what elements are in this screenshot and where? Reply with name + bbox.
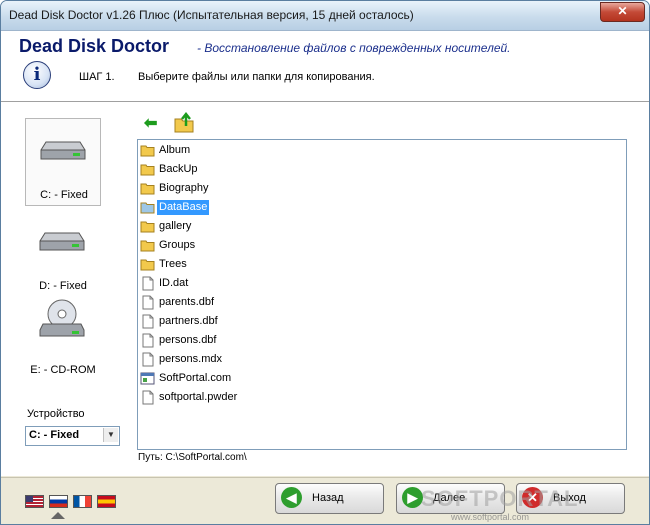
file-name: gallery (159, 220, 192, 232)
file-name: partners.dbf (159, 315, 218, 327)
folder-icon (140, 259, 155, 271)
es-flag-icon[interactable] (97, 495, 116, 508)
back-button[interactable]: ◀ Назад (275, 483, 384, 514)
file-name: BackUp (159, 163, 198, 175)
wizard-header: Dead Disk Doctor - Восстановление файлов… (1, 31, 649, 102)
wizard-content: C: - Fixed D: - Fixed E: - CD-ROM Устрой… (1, 102, 649, 476)
folder-icon (140, 202, 155, 214)
folder-icon (140, 183, 155, 195)
file-name: Album (159, 144, 191, 156)
folder-icon (140, 221, 155, 233)
language-selected-caret-icon (51, 512, 65, 519)
hard-drive-icon (40, 141, 86, 160)
info-icon: i (23, 61, 51, 89)
path-label: Путь: C:\SoftPortal.com\ (138, 452, 247, 463)
back-arrow-icon: ◀ (281, 487, 302, 508)
drive-e-item[interactable]: E: - CD-ROM (25, 294, 101, 380)
app-subtitle: - Восстановление файлов с поврежденных н… (197, 41, 511, 55)
file-name: persons.dbf (159, 334, 217, 346)
drive-label: C: - Fixed (40, 189, 88, 201)
file-name: DataBase (157, 200, 210, 215)
step-label: ШАГ 1. (79, 71, 115, 83)
file-icon (142, 276, 154, 291)
device-label: Устройство (27, 408, 85, 420)
device-select[interactable]: C: - Fixed ▼ (25, 426, 120, 446)
wizard-footer: ◀ Назад ▶ Далее ✕ Выход SOFTPORTAL www.s… (1, 477, 649, 524)
hard-drive-icon (39, 232, 85, 251)
web-shortcut-icon (140, 372, 155, 385)
file-name: Groups (159, 239, 196, 251)
back-button-label: Назад (312, 492, 344, 504)
watermark-url: www.softportal.com (451, 512, 530, 522)
drive-label: E: - CD-ROM (30, 364, 96, 376)
cdrom-drive-icon (39, 299, 85, 337)
file-icon (142, 314, 154, 329)
drive-label: D: - Fixed (39, 280, 87, 292)
file-list[interactable]: Album BackUp Biography DataBase gallery Group… (137, 139, 627, 450)
step-instruction: Выберите файлы или папки для копирования… (138, 71, 375, 83)
watermark-logo: SOFTPORTAL (421, 486, 579, 511)
us-flag-icon[interactable] (25, 495, 44, 508)
file-icon (142, 295, 154, 310)
folder-icon (140, 240, 155, 252)
window-close-button[interactable]: ✕ (600, 2, 645, 22)
chevron-down-icon[interactable]: ▼ (103, 428, 118, 442)
file-name: Biography (159, 182, 209, 194)
green-back-arrow-icon[interactable]: ⬅ (144, 115, 162, 133)
file-name: Trees (159, 258, 187, 270)
file-name: parents.dbf (159, 296, 215, 308)
fr-flag-icon[interactable] (73, 495, 92, 508)
folder-icon (140, 145, 155, 157)
window-title: Dead Disk Doctor v1.26 Плюс (Испытательн… (9, 8, 414, 22)
file-icon (142, 352, 154, 367)
drive-c-item[interactable]: C: - Fixed (25, 118, 101, 206)
file-name: SoftPortal.com (159, 372, 232, 384)
app-window: Dead Disk Doctor v1.26 Плюс (Испытательн… (0, 0, 650, 525)
file-name: softportal.pwder (159, 391, 238, 403)
device-selected-value: C: - Fixed (29, 429, 80, 441)
file-name: persons.mdx (159, 353, 222, 365)
file-icon (142, 333, 154, 348)
title-bar: Dead Disk Doctor v1.26 Плюс (Испытательн… (1, 1, 649, 31)
app-name: Dead Disk Doctor (19, 36, 170, 56)
folder-up-icon[interactable] (173, 112, 195, 134)
next-arrow-icon: ▶ (402, 487, 423, 508)
ru-flag-icon[interactable] (49, 495, 68, 508)
folder-icon (140, 164, 155, 176)
drive-d-item[interactable]: D: - Fixed (25, 210, 101, 296)
file-icon (142, 390, 154, 405)
file-name: ID.dat (159, 277, 189, 289)
